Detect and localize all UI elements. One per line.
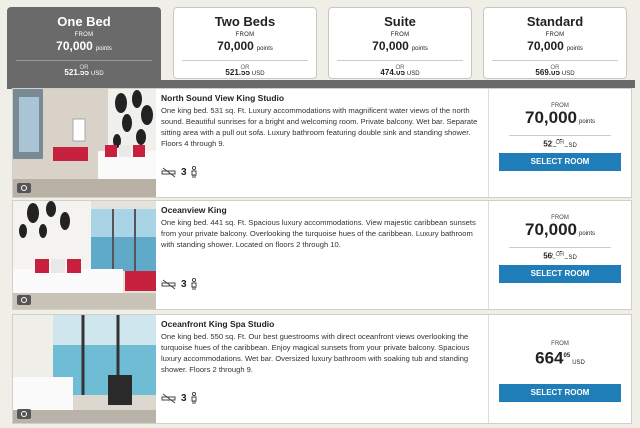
tab-one-bed[interactable]: One Bed FROM 70,000 points OR 521.55 USD [7,7,161,89]
select-room-button[interactable]: SELECT ROOM [499,152,621,171]
active-tab-band [7,80,635,88]
tab-name: Standard [526,14,584,29]
occupancy-count: 3 [181,392,187,404]
no-smoking-icon [161,393,176,404]
camera-icon[interactable] [17,183,31,193]
or-divider: OR [509,131,611,146]
tab-or-divider: OR [182,56,308,71]
room-card: Oceanview King One king bed. 441 sq. Ft.… [12,200,632,310]
tab-suite[interactable]: Suite FROM 70,000 points OR 474.05 USD [328,7,472,79]
tab-points: 70,000 points [217,39,273,53]
tab-or-divider: OR [492,56,618,71]
no-smoking-icon [161,167,176,178]
tab-from-label: FROM [390,32,410,38]
tab-name: Suite [384,14,416,29]
or-divider: OR [509,243,611,258]
no-smoking-icon [161,279,176,290]
room-description: One king bed. 550 sq. Ft. Our best guest… [161,332,470,374]
room-name: North Sound View King Studio [161,93,285,103]
tab-from-label: FROM [545,32,565,38]
tab-points: 70,000 points [372,39,428,53]
points-price: 70,000 points [524,220,595,239]
tab-from-label: FROM [74,32,94,38]
room-card: Oceanfront King Spa Studio One king bed.… [12,314,632,424]
room-description: One king bed. 441 sq. Ft. Spacious luxur… [161,218,476,249]
price-panel: FROM 66405USD SELECT ROOM [488,315,631,423]
occupancy: 3 [161,165,198,179]
select-room-button[interactable]: SELECT ROOM [499,383,621,402]
occupancy: 3 [161,277,198,291]
select-room-button[interactable]: SELECT ROOM [499,264,621,283]
points-price: 70,000 points [524,108,595,127]
room-photo[interactable] [13,201,156,309]
usd-price: 66405USD [535,348,585,368]
occupancy-count: 3 [181,278,187,290]
occupancy: 3 [161,391,198,405]
tab-name: One Bed [57,14,111,29]
room-name: Oceanfront King Spa Studio [161,319,275,329]
camera-icon[interactable] [17,409,31,419]
tab-from-label: FROM [235,32,255,38]
person-icon [191,278,197,290]
room-photo[interactable] [13,315,156,423]
person-icon [191,166,197,178]
person-icon [191,392,197,404]
occupancy-count: 3 [181,166,187,178]
room-card: North Sound View King Studio One king be… [12,88,632,198]
tab-standard[interactable]: Standard FROM 70,000 points OR 569.05 USD [483,7,627,79]
price-panel: FROM 70,000points OR 56905USD SELECT ROO… [488,201,631,309]
room-photo[interactable] [13,89,156,197]
room-name: Oceanview King [161,205,227,215]
room-description: One king bed. 531 sq. Ft. Luxury accommo… [161,106,478,148]
tab-or-divider: OR [16,56,152,71]
price-panel: FROM 70,000points OR 52155USD SELECT ROO… [488,89,631,197]
tab-or-divider: OR [337,56,463,71]
tab-two-beds[interactable]: Two Beds FROM 70,000 points OR 521.55 USD [173,7,317,79]
tab-points: 70,000 points [56,39,112,53]
tab-points: 70,000 points [527,39,583,53]
tab-name: Two Beds [214,14,276,29]
camera-icon[interactable] [17,295,31,305]
